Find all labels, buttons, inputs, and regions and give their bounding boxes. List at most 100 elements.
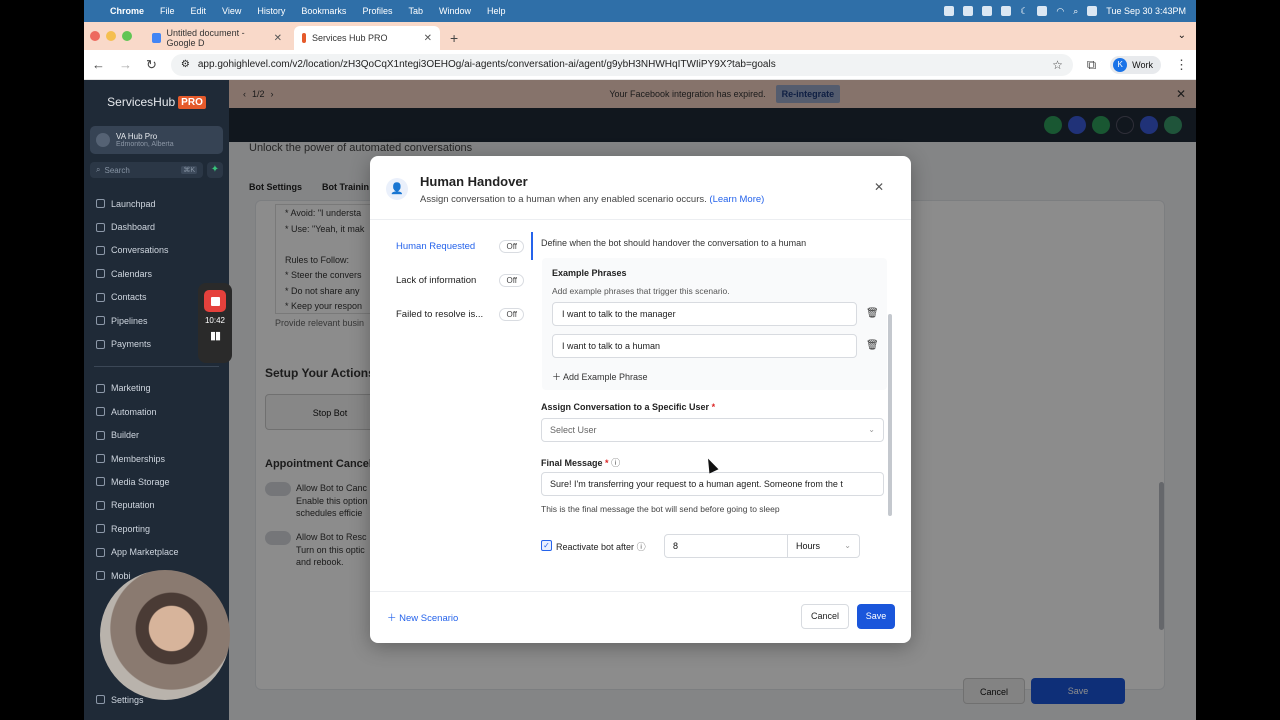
sidebar-item-label: Payments [111,339,152,350]
sidebar-item-app-marketplace[interactable]: App Marketplace [84,540,229,563]
menu-view[interactable]: View [222,6,241,16]
sidebar-item-memberships[interactable]: Memberships [84,447,229,470]
brand-logo[interactable]: ServicesHub PRO [84,80,229,124]
menubar-app[interactable]: Chrome [110,6,144,16]
sidebar-item-automation[interactable]: Automation [84,400,229,423]
brand-name: ServicesHub [107,95,176,109]
scenario-detail: Define when the bot should handover the … [534,232,890,576]
close-tab-icon[interactable]: ✕ [424,33,432,44]
sidebar-item-dashboard[interactable]: Dashboard [84,215,229,238]
profile-avatar: K [1113,57,1128,72]
address-bar[interactable]: ⚙ app.gohighlevel.com/v2/location/zH3QoC… [170,53,1073,76]
scenario-toggle[interactable]: Off [499,239,524,253]
menu-file[interactable]: File [160,6,175,16]
extensions-icon[interactable]: ⧉ [1087,57,1096,73]
bookmark-star-icon[interactable]: ☆ [1052,58,1063,72]
status-icon[interactable] [963,6,974,16]
sidebar-item-label: Settings [111,694,144,705]
menubar-clock: Tue Sep 30 3:43PM [1106,6,1186,16]
search-placeholder: Search [104,165,130,175]
sidebar-item-label: Calendars [111,268,153,279]
browser-menu-icon[interactable]: ⋮ [1175,57,1188,73]
site-info-icon[interactable]: ⚙ [181,59,190,70]
minimize-window-button[interactable] [106,31,116,41]
dashboard-icon [96,222,105,232]
close-icon[interactable]: ✕ [874,180,884,194]
pause-icon[interactable]: ▮▮ [210,329,221,342]
zoom-window-button[interactable] [122,31,132,41]
scenario-failed-to-resolve[interactable]: Failed to resolve is... Off [396,306,524,322]
reactivate-unit-select[interactable]: Hours ⌄ [788,534,860,558]
new-scenario-button[interactable]: ＋ New Scenario [387,610,458,624]
close-tab-icon[interactable]: ✕ [274,33,282,44]
final-message-help: This is the final message the bot will s… [541,504,780,514]
sidebar-item-label: Contacts [111,292,147,303]
modal-scrollbar[interactable] [888,314,892,516]
browser-tab-active[interactable]: Services Hub PRO ✕ [294,26,440,50]
sidebar-item-reputation[interactable]: Reputation [84,494,229,517]
browser-tabbar: Untitled document - Google D ✕ Services … [84,22,1196,50]
new-tab-button[interactable]: + [444,26,464,50]
wifi-icon[interactable]: ◠ [1056,6,1064,17]
tab-search-icon[interactable]: ⌄ [1178,22,1186,50]
sidebar-item-media-storage[interactable]: Media Storage [84,470,229,493]
modal-description: Assign conversation to a human when any … [420,194,764,205]
control-center-icon[interactable] [1087,6,1098,16]
moon-icon[interactable]: ☾ [1020,6,1028,17]
example-phrases-panel: Example Phrases Add example phrases that… [542,258,887,390]
menu-window[interactable]: Window [439,6,471,16]
stop-recording-button[interactable] [204,290,226,312]
scenario-human-requested[interactable]: Human Requested Off [396,238,524,254]
reload-icon[interactable]: ↻ [146,57,157,73]
trash-icon[interactable]: 🗑 [866,308,879,319]
menu-bookmarks[interactable]: Bookmarks [301,6,346,16]
status-icon[interactable] [1001,6,1012,16]
active-scenario-indicator [531,232,533,260]
learn-more-link[interactable]: (Learn More) [709,194,764,205]
info-icon[interactable]: ⓘ [637,542,646,552]
marketplace-icon [96,547,105,557]
sidebar-item-marketing[interactable]: Marketing [84,377,229,400]
final-message-input[interactable]: Sure! I'm transferring your request to a… [541,472,884,496]
phrase-input[interactable]: I want to talk to a human [552,334,857,358]
menu-edit[interactable]: Edit [191,6,207,16]
sidebar-item-launchpad[interactable]: Launchpad [84,192,229,215]
notion-icon[interactable] [982,6,993,16]
scenario-lack-of-information[interactable]: Lack of information Off [396,272,524,288]
sidebar-item-conversations[interactable]: Conversations [84,239,229,262]
info-icon[interactable]: ⓘ [611,458,620,468]
reactivate-number-input[interactable]: 8 [664,534,788,558]
sidebar-item-label: Pipelines [111,315,148,326]
menu-profiles[interactable]: Profiles [362,6,392,16]
final-label-text: Final Message [541,458,603,468]
location-switcher[interactable]: VA Hub Pro Edmonton, Alberta [90,126,223,154]
save-button[interactable]: Save [857,604,895,629]
brand-badge: PRO [178,95,206,109]
modal-footer: ＋ New Scenario Cancel Save [370,591,911,643]
forward-icon[interactable]: → [119,57,132,72]
sidebar-item-reporting[interactable]: Reporting [84,517,229,540]
search-icon[interactable]: ⌕ [1073,6,1078,17]
back-icon[interactable]: ← [92,57,105,72]
sidebar-item-label: Memberships [111,453,166,464]
select-user-dropdown[interactable]: Select User ⌄ [541,418,884,442]
menu-tab[interactable]: Tab [408,6,423,16]
scenario-toggle[interactable]: Off [499,307,524,321]
add-example-phrase-button[interactable]: ＋ Add Example Phrase [552,370,648,383]
close-window-button[interactable] [90,31,100,41]
modal-title: Human Handover [420,174,528,189]
battery-icon[interactable] [1037,6,1048,16]
reactivate-checkbox[interactable]: ✓ [541,540,552,551]
cancel-button[interactable]: Cancel [801,604,849,629]
scenario-toggle[interactable]: Off [499,273,524,287]
status-icon[interactable] [944,6,955,16]
menu-help[interactable]: Help [487,6,506,16]
quick-action-button[interactable]: ✦ [207,162,223,178]
browser-tab[interactable]: Untitled document - Google D ✕ [144,26,290,50]
sidebar-item-builder[interactable]: Builder [84,424,229,447]
trash-icon[interactable]: 🗑 [866,340,879,351]
profile-button[interactable]: K Work [1110,55,1161,74]
menu-history[interactable]: History [257,6,285,16]
search-input[interactable]: ⌕ Search ⌘K [90,162,203,178]
phrase-input[interactable]: I want to talk to the manager [552,302,857,326]
